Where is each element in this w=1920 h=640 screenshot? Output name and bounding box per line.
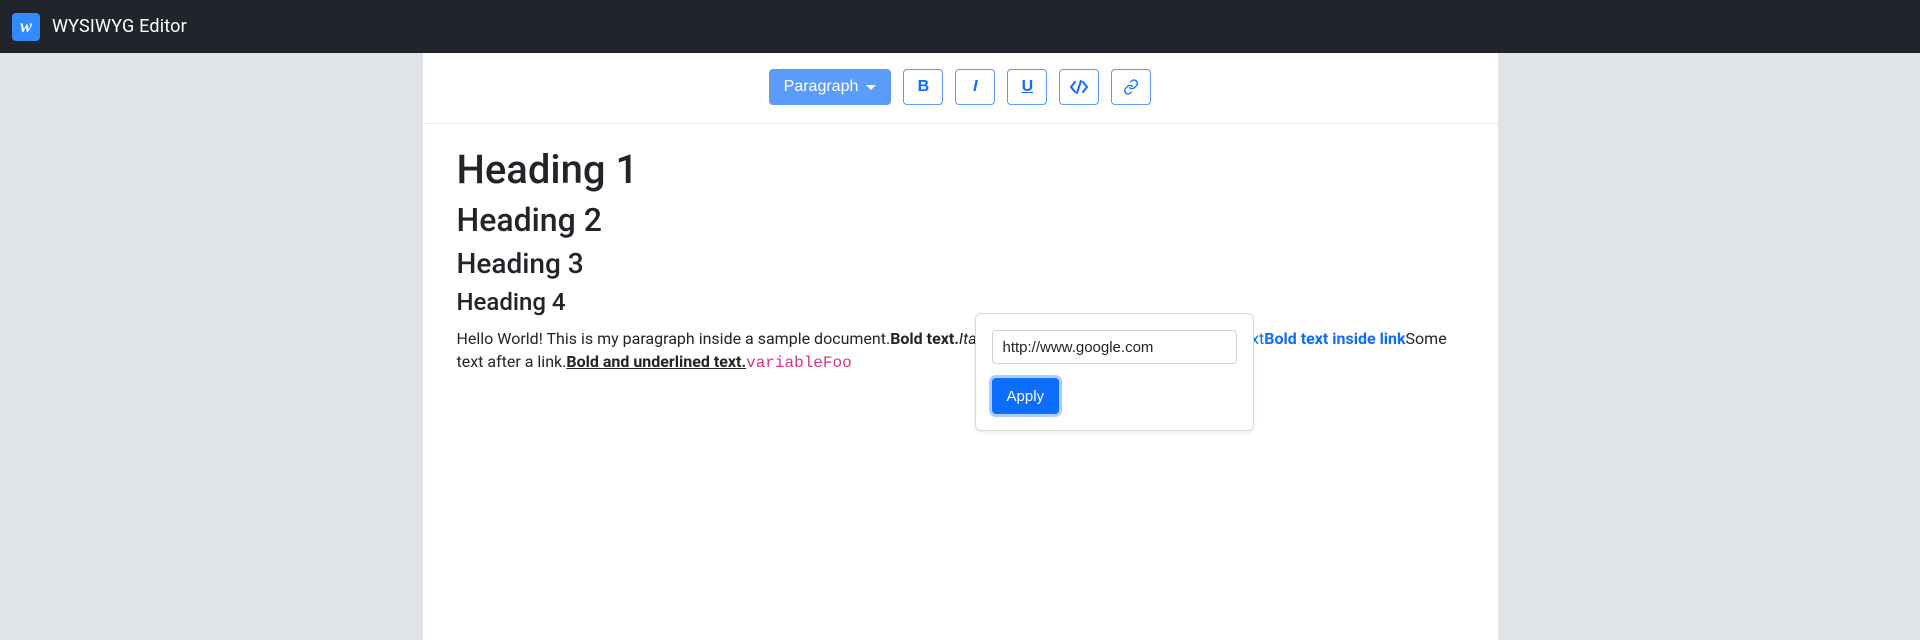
navbar: w WYSIWYG Editor	[0, 0, 1920, 53]
paragraph-dropdown[interactable]: Paragraph	[769, 69, 892, 105]
editor-content[interactable]: Heading 1 Heading 2 Heading 3 Heading 4 …	[423, 124, 1498, 415]
apply-button[interactable]: Apply	[992, 378, 1060, 414]
heading-3[interactable]: Heading 3	[457, 247, 1464, 280]
bold-text: Bold text.	[890, 329, 959, 348]
code-icon	[1070, 80, 1088, 94]
toolbar: Paragraph B I U	[423, 53, 1498, 124]
bold-button-label: B	[918, 78, 930, 96]
app-title: WYSIWYG Editor	[52, 16, 187, 37]
app-logo-glyph: w	[20, 16, 32, 37]
link-url-input[interactable]	[992, 330, 1237, 364]
chevron-down-icon	[866, 85, 876, 90]
heading-4[interactable]: Heading 4	[457, 288, 1464, 316]
underline-button[interactable]: U	[1007, 69, 1047, 105]
bold-button[interactable]: B	[903, 69, 943, 105]
link-icon	[1123, 79, 1139, 95]
link-2-bold: Bold text inside link	[1264, 329, 1405, 348]
link-popover: Apply	[975, 313, 1254, 431]
editor-page: Paragraph B I U Heading 1 Heading 2 Head…	[423, 53, 1498, 640]
heading-1[interactable]: Heading 1	[457, 146, 1464, 193]
text-run: Hello World! This is my paragraph inside…	[457, 329, 891, 348]
heading-2[interactable]: Heading 2	[457, 201, 1464, 239]
code-button[interactable]	[1059, 69, 1099, 105]
code-text: variableFoo	[746, 354, 852, 372]
underline-button-label: U	[1022, 78, 1034, 96]
italic-button-label: I	[973, 78, 977, 96]
app-logo: w	[12, 13, 40, 41]
paragraph[interactable]: Hello World! This is my paragraph inside…	[457, 326, 1464, 375]
link-button[interactable]	[1111, 69, 1151, 105]
paragraph-dropdown-label: Paragraph	[784, 78, 859, 96]
bold-underline-text: Bold and underlined text.	[566, 352, 746, 371]
italic-button[interactable]: I	[955, 69, 995, 105]
apply-button-label: Apply	[1007, 388, 1045, 405]
